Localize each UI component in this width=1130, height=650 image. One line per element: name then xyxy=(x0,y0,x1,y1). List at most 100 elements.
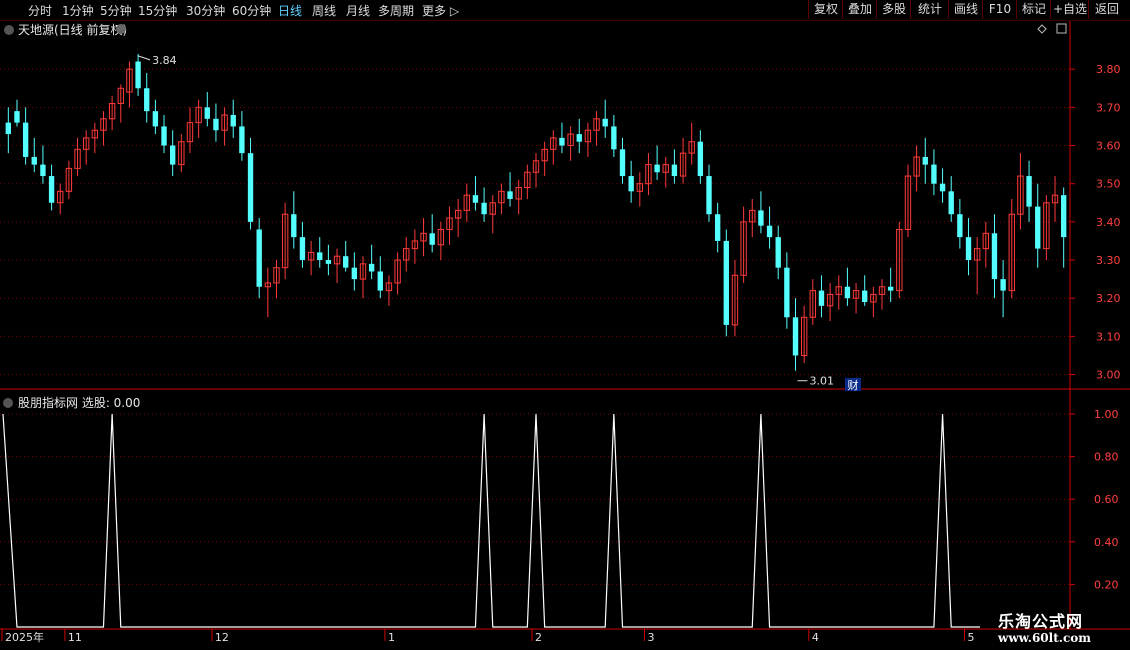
candle-down xyxy=(784,267,790,318)
candle-down xyxy=(472,195,479,203)
indicator-tick-label-4: 0.20 xyxy=(1094,578,1119,591)
tab-timeframe-10[interactable]: 更多 ▷ xyxy=(422,2,459,19)
price-tick-label-8: 3.00 xyxy=(1096,369,1121,382)
candle-down xyxy=(939,183,946,192)
candle-down xyxy=(671,164,678,177)
low-price-label: 3.01 xyxy=(810,375,835,388)
indicator-panel-title: 股朋指标网 选股: 0.00 xyxy=(18,395,140,410)
candle-down xyxy=(602,118,608,127)
candle-down xyxy=(611,126,617,150)
candle-down xyxy=(1000,279,1006,291)
candle-down xyxy=(766,225,773,238)
candle-down xyxy=(230,114,236,127)
candle-down xyxy=(170,145,176,165)
candle-down xyxy=(862,290,868,303)
chart-area: 3.80 3.70 3.60 3.50 3.40 3.30 3.20 3.10 3.00 3.84… xyxy=(0,21,1130,644)
candle-down xyxy=(299,237,306,261)
tab-timeframe-9[interactable]: 多周期 xyxy=(378,2,414,19)
toolbar-button-6[interactable]: 标记 xyxy=(1016,0,1051,19)
candle-down xyxy=(291,214,297,238)
candle-down xyxy=(965,237,972,261)
toolbar-button-4[interactable]: 画线 xyxy=(948,0,983,19)
date-label-2: 12 xyxy=(215,631,229,644)
toolbar-button-1[interactable]: 叠加 xyxy=(842,0,877,19)
signal-line xyxy=(2,413,980,628)
date-label-3: 1 xyxy=(388,631,395,644)
candle-down xyxy=(957,214,963,238)
tab-timeframe-6[interactable]: 日线 xyxy=(278,2,302,19)
candle-down xyxy=(239,126,245,154)
candle-down xyxy=(152,111,159,127)
toolbar-button-0[interactable]: 复权 xyxy=(808,0,843,19)
financial-badge: 财 xyxy=(848,378,859,392)
candle-down xyxy=(317,252,323,261)
dropdown-circle-icon[interactable] xyxy=(116,24,126,34)
candle-down xyxy=(931,164,937,184)
candle-down xyxy=(247,153,254,222)
candle-down xyxy=(697,141,704,177)
candle-down xyxy=(343,256,349,268)
candle-down xyxy=(1026,176,1032,207)
candle-down xyxy=(31,156,37,165)
candle-down xyxy=(1035,206,1041,249)
toolbar-button-5[interactable]: F10 xyxy=(982,0,1017,19)
candle-down xyxy=(22,122,29,157)
candle-down xyxy=(844,286,851,299)
candle-down xyxy=(628,176,634,192)
tab-timeframe-3[interactable]: 15分钟 xyxy=(138,2,177,19)
price-tick-label-0: 3.80 xyxy=(1096,63,1121,76)
candle-down xyxy=(1060,195,1067,238)
candle-down xyxy=(256,229,262,287)
candle-down xyxy=(887,286,894,291)
candle-down xyxy=(507,191,513,199)
tab-timeframe-7[interactable]: 周线 xyxy=(312,2,336,19)
top-toolbar: 分时 1分钟 5分钟 15分钟 30分钟 60分钟 日线 周线 月线 多周期 更多 ▷ 复权 叠加 多股统… xyxy=(0,0,1130,21)
watermark-title: 乐淘公式网 xyxy=(998,612,1084,631)
panel-collapse-icon xyxy=(4,25,14,35)
candle-down xyxy=(922,156,928,165)
date-label-1: 11 xyxy=(68,631,82,644)
tab-timeframe-0[interactable]: 分时 xyxy=(28,2,52,19)
candle-down xyxy=(5,122,12,135)
tab-timeframe-1[interactable]: 1分钟 xyxy=(62,2,94,19)
candle-down xyxy=(619,149,626,177)
indicator-collapse-icon[interactable] xyxy=(3,398,13,408)
indicator-tick-label-0: 1.00 xyxy=(1094,408,1119,421)
price-tick-label-4: 3.40 xyxy=(1096,216,1121,229)
indicator-tick-label-2: 0.60 xyxy=(1094,493,1119,506)
watermark-url: www.60lt.com xyxy=(998,631,1091,645)
diamond-icon[interactable] xyxy=(1037,24,1047,34)
main-panel-title: 天地源(日线 前复权) xyxy=(18,22,127,37)
date-label-7: 5 xyxy=(968,631,975,644)
toolbar-button-8[interactable]: 返回 xyxy=(1088,0,1125,19)
high-marker-arrow xyxy=(137,55,151,61)
toolbar-button-2[interactable]: 多股 xyxy=(876,0,911,19)
price-tick-label-5: 3.30 xyxy=(1096,254,1121,267)
price-tick-label-6: 3.20 xyxy=(1096,292,1121,305)
candle-down xyxy=(758,210,764,226)
candle-down xyxy=(714,214,721,241)
tab-timeframe-2[interactable]: 5分钟 xyxy=(100,2,132,19)
tab-timeframe-8[interactable]: 月线 xyxy=(346,2,370,19)
price-tick-label-1: 3.70 xyxy=(1096,101,1121,114)
price-tick-label-2: 3.60 xyxy=(1096,140,1121,153)
candle-down xyxy=(135,61,141,89)
candle-down xyxy=(991,233,998,280)
candle-down xyxy=(14,111,20,123)
candle-down xyxy=(48,176,55,203)
indicator-tick-label-3: 0.40 xyxy=(1094,536,1119,549)
candle-down xyxy=(559,137,565,146)
candle-down xyxy=(144,88,150,112)
date-label-4: 2 xyxy=(535,631,542,644)
square-icon[interactable] xyxy=(1056,23,1067,34)
toolbar-button-7[interactable]: +自选 xyxy=(1050,0,1089,19)
toolbar-button-3[interactable]: 统计 xyxy=(910,0,949,19)
tab-timeframe-5[interactable]: 60分钟 xyxy=(232,2,271,19)
candle-down xyxy=(576,134,582,142)
tab-timeframe-4[interactable]: 30分钟 xyxy=(186,2,225,19)
candle-down xyxy=(948,191,954,215)
candle-down xyxy=(792,317,799,356)
indicator-tick-label-1: 0.80 xyxy=(1094,451,1119,464)
candle-down xyxy=(40,164,46,177)
candle-down xyxy=(161,126,167,146)
